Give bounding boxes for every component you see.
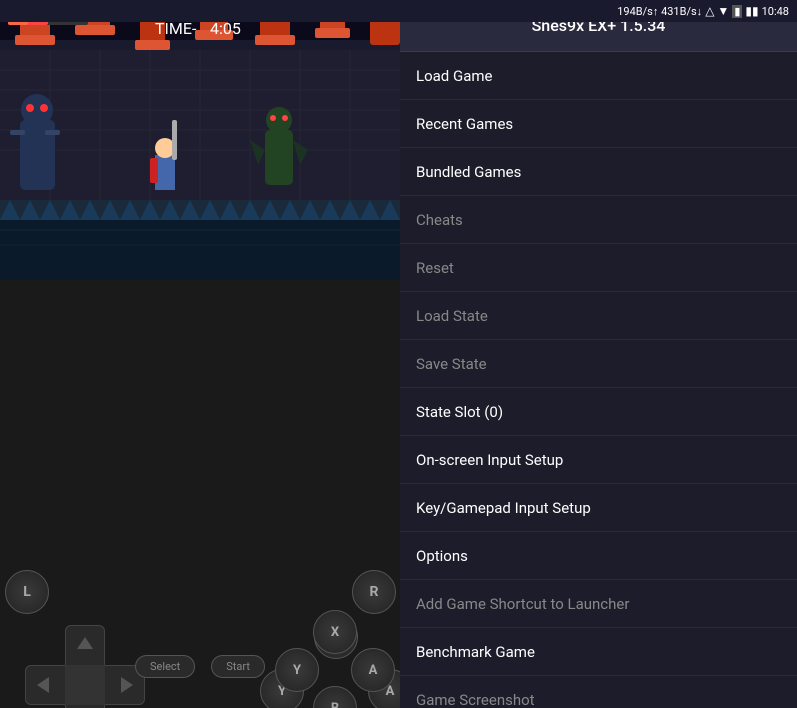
wifi-icon: △ (705, 4, 714, 18)
menu-item-label-load-state: Load State (416, 307, 488, 325)
menu-item-label-recent-games: Recent Games (416, 115, 513, 133)
menu-list: Load Game Recent Games Bundled Games Cheats… (400, 52, 797, 708)
menu-item-cheats[interactable]: Cheats (400, 196, 797, 244)
menu-item-load-state[interactable]: Load State (400, 292, 797, 340)
menu-item-label-key-gamepad: Key/Gamepad Input Setup (416, 499, 591, 517)
x-btn[interactable]: X (313, 610, 357, 654)
menu-item-bundled-games[interactable]: Bundled Games (400, 148, 797, 196)
battery-icon: ▮▮ (745, 4, 758, 18)
menu-item-label-add-shortcut: Add Game Shortcut to Launcher (416, 595, 629, 613)
menu-item-benchmark[interactable]: Benchmark Game (400, 628, 797, 676)
controller-area: L R X Y A B (0, 280, 400, 708)
menu-item-state-slot[interactable]: State Slot (0) (400, 388, 797, 436)
clock: 10:48 (762, 5, 789, 18)
status-icons: 194B/s↑ 431B/s↓ △ ▼ ▮ ▮▮ 10:48 (617, 4, 789, 18)
menu-item-label-state-slot: State Slot (0) (416, 403, 503, 421)
y-btn[interactable]: Y (275, 648, 319, 692)
menu-item-save-state[interactable]: Save State (400, 340, 797, 388)
b-btn[interactable]: B (313, 686, 357, 708)
select-button[interactable]: Select (135, 655, 195, 678)
a-btn[interactable]: A (351, 648, 395, 692)
start-button[interactable]: Start (211, 655, 265, 678)
dpad-cross[interactable] (25, 625, 145, 708)
menu-item-onscreen-input[interactable]: On-screen Input Setup (400, 436, 797, 484)
menu-item-key-gamepad[interactable]: Key/Gamepad Input Setup (400, 484, 797, 532)
menu-item-reset[interactable]: Reset (400, 244, 797, 292)
dpad-right-arrow (121, 677, 133, 693)
menu-item-label-benchmark: Benchmark Game (416, 643, 535, 661)
menu-item-label-onscreen-input: On-screen Input Setup (416, 451, 563, 469)
game-area: SCORE- 3270 TIME- 4:05 2 L R (0, 0, 400, 708)
dpad-left-arrow (37, 677, 49, 693)
l-button[interactable]: L (5, 570, 49, 614)
menu-item-screenshot[interactable]: Game Screenshot (400, 676, 797, 708)
menu-item-label-options: Options (416, 547, 468, 565)
r-button[interactable]: R (352, 570, 396, 614)
menu-panel: Snes9x EX+ 1.5.34 Load GameRecent GamesB… (400, 0, 797, 708)
game-screen: SCORE- 3270 TIME- 4:05 2 (0, 0, 400, 280)
menu-item-label-reset: Reset (416, 259, 454, 277)
menu-item-label-bundled-games: Bundled Games (416, 163, 521, 181)
menu-item-recent-games[interactable]: Recent Games (400, 100, 797, 148)
menu-item-label-cheats: Cheats (416, 211, 463, 229)
dpad[interactable] (20, 620, 150, 708)
menu-item-label-load-game: Load Game (416, 67, 492, 85)
status-bar: 194B/s↑ 431B/s↓ △ ▼ ▮ ▮▮ 10:48 (0, 0, 797, 22)
dpad-up-arrow (77, 637, 93, 649)
menu-item-load-game[interactable]: Load Game (400, 52, 797, 100)
signal-icon: ▼ (717, 4, 729, 18)
menu-item-add-shortcut[interactable]: Add Game Shortcut to Launcher (400, 580, 797, 628)
network-speed: 194B/s↑ 431B/s↓ (617, 5, 702, 18)
select-start-container: Select Start (135, 655, 265, 678)
menu-item-options[interactable]: Options (400, 532, 797, 580)
menu-item-label-save-state: Save State (416, 355, 487, 373)
sim-icon: ▮ (732, 5, 742, 18)
menu-item-label-screenshot: Game Screenshot (416, 691, 535, 708)
